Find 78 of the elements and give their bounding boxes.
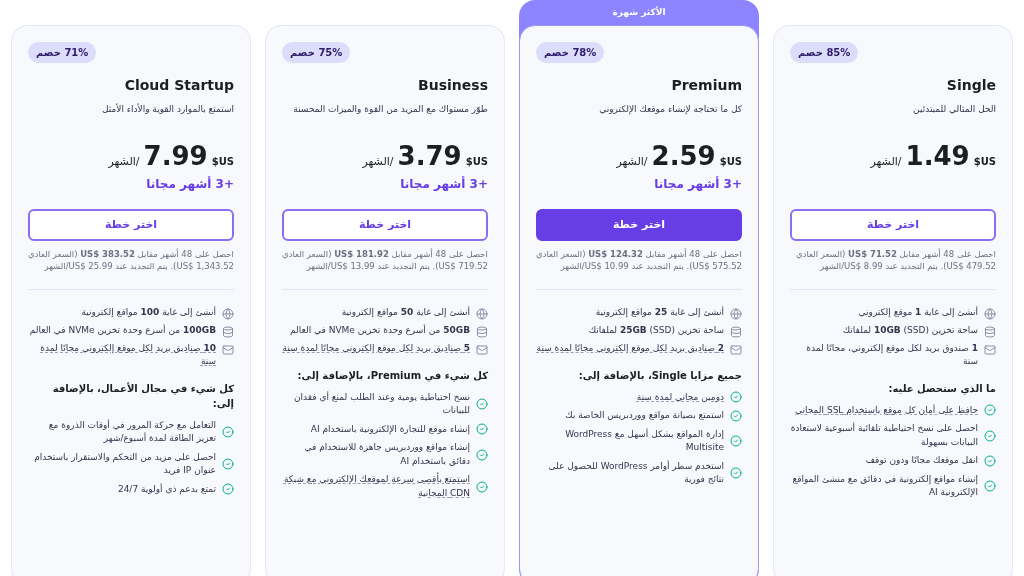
check-icon [222,458,234,471]
mail-icon [476,343,488,356]
extra-feature-text: إنشاء مواقع إلكترونية في دقائق مع منشئ المواقع الإلكترونية AI [791,472,978,500]
plan-title: Business [417,76,488,95]
price-text: 2.59 [651,143,716,170]
discount-badge: 85% خصم [790,42,859,63]
extra-feature-text: تمتع بدعم ذي أولوية 24/7 [117,482,216,497]
discount-badge: 75% خصم [282,42,351,63]
discount-badge: 78% خصم [536,42,605,63]
check-icon [476,398,488,411]
extra-feature-text: إدارة المواقع بشكل أسهل مع WordPress Multisite [564,427,724,455]
currency-label: US$ [973,155,996,170]
mail-icon [984,343,996,356]
plan-title: Single [945,76,996,95]
choose-plan-button[interactable]: اختر خطة [28,208,234,241]
currency-label: US$ [211,155,234,170]
period-label: /الشهر [616,154,648,171]
extra-feature-text: انقل موقعك مجانًا ودون توقف [865,454,978,468]
period-label: /الشهر [870,154,902,171]
extras-heading: كل شيء في Premium، بالإضافة إلى: [296,368,488,383]
extra-feature-text: إنشاء مواقع ووردبريس جاهزة للاستخدام في دقائق باستخدام AI [303,441,470,468]
extra-feature-text: استمتع بصيانة مواقع ووردبريس الخاصة بك [565,409,724,423]
check-icon [222,483,234,496]
extra-feature-text: احصل على مزيد من التحكم والاستقرار باستخدام عنوان IP فريد [33,450,216,478]
check-icon [476,448,488,461]
plan-description: كل ما تحتاجه لإنشاء موقعك الإلكتروني [598,104,742,116]
mail-icon [222,343,234,356]
extra-feature-text: دومين مجاني لمدة سنة [636,390,724,404]
extras-heading: كل شيء في مجال الأعمال، بالإضافة إلى: [51,381,234,411]
check-icon [730,467,742,480]
globe-icon [476,307,488,320]
check-icon [730,435,742,448]
extra-feature-text: احصل على نسخ احتياطية تلقائية أسبوعية لاستعادة البيانات بسهولة [790,422,978,449]
plan-title: Cloud Startup [123,76,234,95]
check-icon [730,409,742,422]
extra-feature-text: التعامل مع حركة المرور في أوقات الذروة مع تعزيز الطاقة لمدة أسبوع/شهر [47,418,216,446]
check-icon [730,391,742,404]
free-months-text: +3 أشهر مجانا [654,175,742,193]
extra-feature-text: استخدم سطر أوامر WordPress للحصول على نتائج فورية [547,459,724,487]
plan-description: استمتع بالموارد القوية والأداء الأمثل [100,104,234,116]
plan-description: الحل المثالي للمبتدئين [912,104,996,116]
choose-plan-button[interactable]: اختر خطة [536,208,742,241]
mail-icon [730,343,742,356]
globe-icon [984,307,996,320]
database-icon [476,325,488,338]
period-label: /الشهر [108,154,140,171]
database-icon [984,325,996,338]
check-icon [984,404,996,417]
discount-badge: 71% خصم [28,42,97,63]
extras-heading: جميع مزايا Single، بالإضافة إلى: [577,368,742,383]
check-icon [476,480,488,493]
plan-description: طوّر مستواك مع المزيد من القوة والميزات المحسنة [292,104,488,116]
choose-plan-button[interactable]: اختر خطة [790,208,996,241]
currency-label: US$ [465,155,488,170]
currency-label: US$ [719,155,742,170]
extra-feature-text: استمتع بأقصى سرعة لموقعك الإلكتروني مع شبكة CDN المجانية [282,473,470,500]
popular-label: الأكثر شهرة [611,5,667,20]
price-text: 3.79 [397,143,462,170]
free-months-text: +3 أشهر مجانا [146,175,234,193]
check-icon [984,429,996,442]
check-icon [476,423,488,436]
price-text: 1.49 [905,143,970,170]
extras-heading: ما الذي ستحصل عليه: [887,381,996,396]
check-icon [984,454,996,467]
globe-icon [222,307,234,320]
check-icon [984,480,996,493]
plan-title: Premium [670,76,742,95]
price-text: 7.99 [143,143,208,170]
database-icon [222,325,234,338]
check-icon [222,426,234,439]
extra-feature-text: حافظ على أمان كل موقع باستخدام SSL المجاني [795,403,978,417]
extra-feature-text: إنشاء موقع للتجارة الإلكترونية باستخدام AI [310,422,470,437]
period-label: /الشهر [362,154,394,171]
globe-icon [730,307,742,320]
database-icon [730,325,742,338]
free-months-text: +3 أشهر مجانا [400,175,488,193]
extra-feature-text: نسخ احتياطية يومية وعند الطلب لمنع أي فقدان للبيانات [292,390,470,418]
choose-plan-button[interactable]: اختر خطة [282,208,488,241]
